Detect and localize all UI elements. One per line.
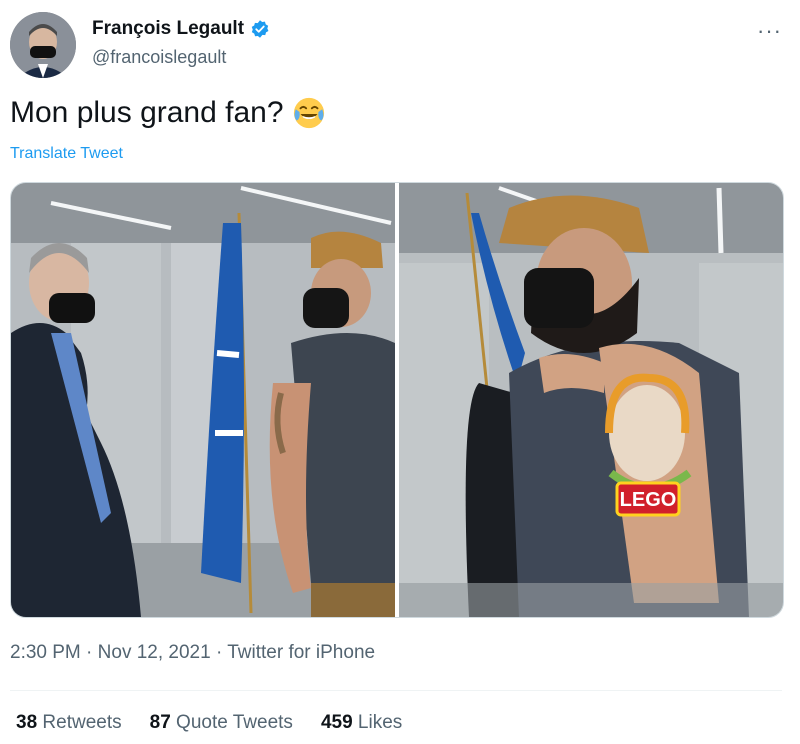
meta-separator: · xyxy=(86,642,93,663)
meta-separator: · xyxy=(215,642,223,663)
tweet-meta: 2:30 PM · Nov 12, 2021 · Twitter for iPh… xyxy=(10,642,375,664)
tweet-date[interactable]: Nov 12, 2021 xyxy=(98,642,211,663)
tweet-source[interactable]: Twitter for iPhone xyxy=(227,642,375,663)
retweets-count: 38 xyxy=(16,712,38,733)
tweet-text-row: Mon plus grand fan? xyxy=(10,96,326,130)
photo-left-image xyxy=(11,183,395,617)
quote-tweets-stat[interactable]: 87 Quote Tweets xyxy=(150,712,293,734)
translate-tweet-link[interactable]: Translate Tweet xyxy=(10,145,123,163)
likes-stat[interactable]: 459 Likes xyxy=(321,712,402,734)
author-handle[interactable]: @francoislegault xyxy=(92,47,226,68)
media-gallery: LEGO xyxy=(10,182,784,618)
retweets-label: Retweets xyxy=(42,712,122,733)
avatar[interactable] xyxy=(10,12,76,78)
more-options-icon[interactable]: ··· xyxy=(757,18,782,44)
tweet-text: Mon plus grand fan? xyxy=(10,96,284,129)
tweet-time[interactable]: 2:30 PM xyxy=(10,642,81,663)
quote-tweets-label: Quote Tweets xyxy=(176,712,293,733)
author-name-row: François Legault xyxy=(92,18,270,40)
tweet-stats: 38 Retweets 87 Quote Tweets 459 Likes xyxy=(16,712,402,734)
divider xyxy=(10,690,782,691)
photo-premier-and-fan[interactable] xyxy=(11,183,395,617)
avatar-portrait xyxy=(10,12,76,78)
quote-tweets-count: 87 xyxy=(149,712,171,733)
photo-right-image: LEGO xyxy=(399,183,783,617)
tattoo-text: LEGO xyxy=(620,489,677,511)
author-name[interactable]: François Legault xyxy=(92,18,244,40)
retweets-stat[interactable]: 38 Retweets xyxy=(16,712,122,734)
likes-count: 459 xyxy=(320,712,353,733)
likes-label: Likes xyxy=(357,712,403,733)
verified-badge-icon xyxy=(251,20,269,38)
photo-fan-tattoo[interactable]: LEGO xyxy=(399,183,783,617)
face-with-tears-of-joy-icon xyxy=(293,97,324,129)
